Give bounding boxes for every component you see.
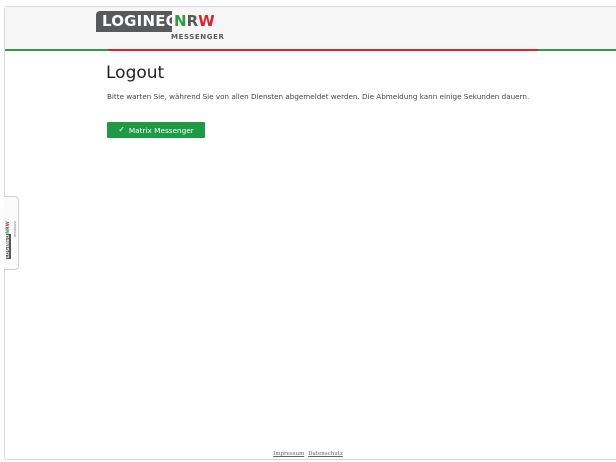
side-tab-logo-logineo: LOGINEO <box>6 233 11 259</box>
footer-link-datenschutz[interactable]: Datenschutz <box>308 451 343 457</box>
logo-subtitle: MESSENGER <box>171 33 225 41</box>
logo-nrw-w: W <box>198 12 215 30</box>
logo-logineo: LOGINEO <box>96 11 178 32</box>
logo-nrw-n: N <box>174 12 187 30</box>
page-title: Logout <box>106 63 165 83</box>
side-tab-subtitle: MESSENGER <box>14 221 17 237</box>
header-stripe-green-right <box>538 49 616 51</box>
footer: Impressum Datenschutz <box>0 451 616 457</box>
matrix-messenger-button-label: Matrix Messenger <box>128 125 194 135</box>
logo-nrw: NRW <box>172 11 215 32</box>
check-icon: ✓ <box>118 125 125 134</box>
side-tab[interactable]: LOGINEONRW MESSENGER <box>4 196 19 270</box>
side-tab-logo-n: N <box>6 229 11 234</box>
logout-description: Bitte warten Sie, während Sie von allen … <box>107 92 530 101</box>
header-stripe-red <box>108 49 538 51</box>
side-tab-logo: LOGINEONRW <box>6 221 11 259</box>
page-frame <box>4 6 616 460</box>
footer-link-impressum[interactable]: Impressum <box>273 451 304 457</box>
header-stripe-green-left <box>5 49 108 51</box>
logo-nrw-r: R <box>186 12 199 30</box>
side-tab-logo-w: W <box>6 221 11 227</box>
side-tab-logo-r: R <box>6 226 11 230</box>
matrix-messenger-button[interactable]: ✓ Matrix Messenger <box>107 122 205 138</box>
